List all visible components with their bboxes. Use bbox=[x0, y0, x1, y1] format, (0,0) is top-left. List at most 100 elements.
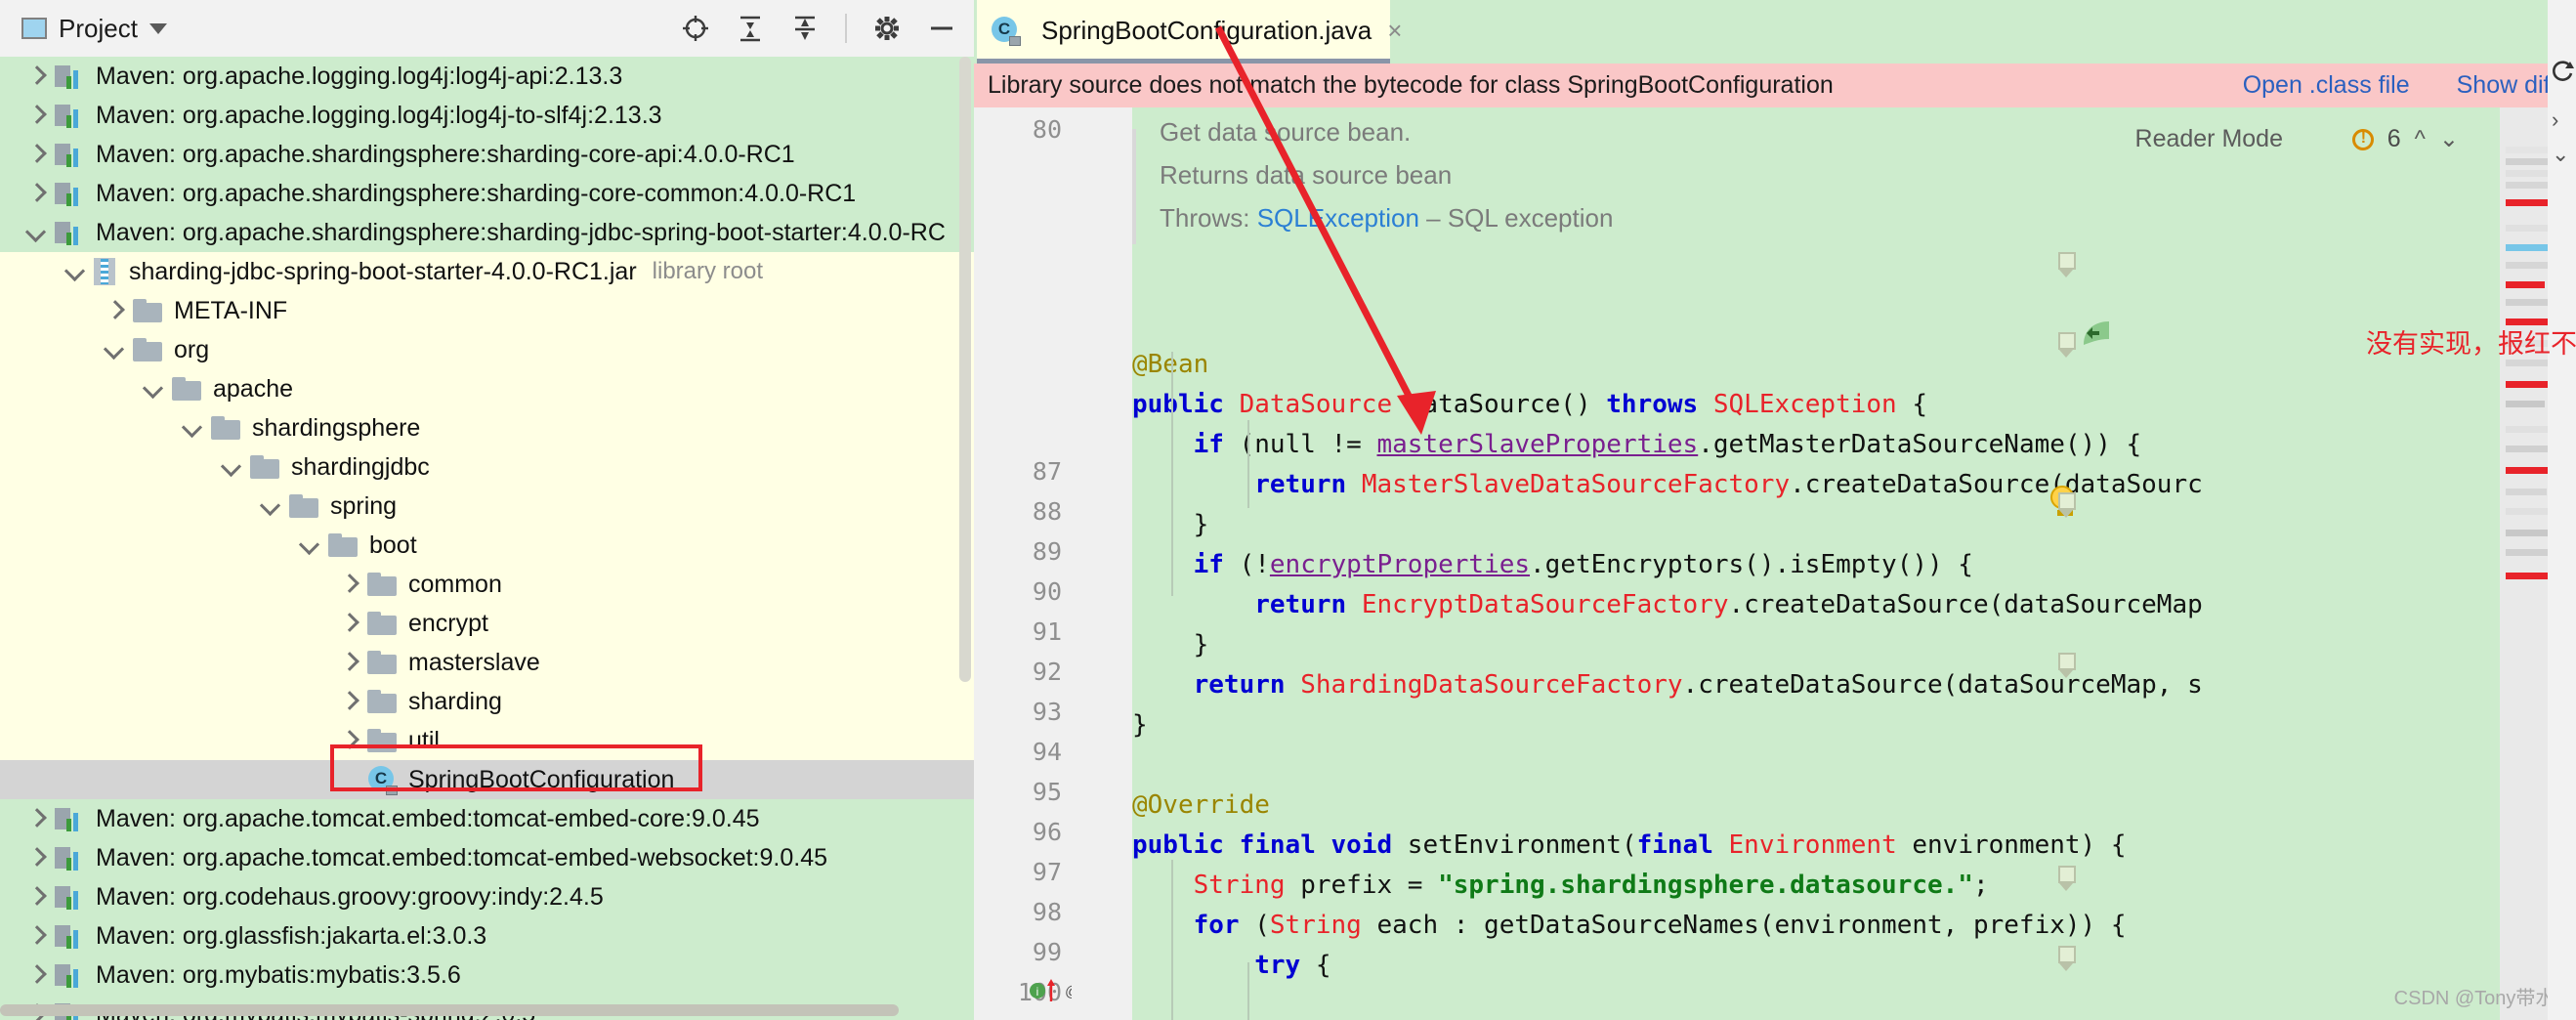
chevron-up-icon[interactable]: ^ bbox=[2415, 126, 2426, 153]
chevron-right-icon[interactable] bbox=[338, 574, 359, 595]
code-fold-marker[interactable] bbox=[2058, 946, 2076, 971]
tree-row[interactable]: Maven: org.apache.shardingsphere:shardin… bbox=[0, 135, 974, 174]
project-tree[interactable]: Maven: org.apache.logging.log4j:log4j-ap… bbox=[0, 57, 974, 1020]
tree-row[interactable]: masterslave bbox=[0, 643, 974, 682]
editor-gutter[interactable]: 8087888990919293949596979899100101102i@ bbox=[974, 107, 1080, 1020]
tree-row[interactable]: apache bbox=[0, 369, 974, 408]
tree-row[interactable]: Maven: org.apache.logging.log4j:log4j-ap… bbox=[0, 57, 974, 96]
javadoc-left-bar bbox=[1132, 129, 1136, 244]
editor-tab-bar: C SpringBootConfiguration.java × bbox=[974, 0, 2576, 64]
project-panel-toolbar bbox=[681, 0, 956, 57]
chevron-right-icon[interactable] bbox=[338, 691, 359, 712]
project-vertical-scrollbar[interactable] bbox=[959, 57, 971, 682]
code-line: return ShardingDataSourceFactory.createD… bbox=[1193, 670, 2203, 700]
chevron-down-icon[interactable] bbox=[182, 417, 203, 439]
project-panel-header: Project bbox=[0, 0, 974, 57]
show-diff-link[interactable]: Show diff bbox=[2457, 71, 2556, 100]
chevron-right-icon[interactable] bbox=[25, 886, 47, 908]
collapse-all-icon[interactable] bbox=[790, 14, 820, 43]
chevron-down-icon[interactable] bbox=[221, 456, 242, 478]
chevron-right-icon[interactable] bbox=[25, 925, 47, 947]
tree-row[interactable]: sharding bbox=[0, 682, 974, 721]
chevron-right-icon[interactable] bbox=[104, 300, 125, 321]
tree-row[interactable]: shardingjdbc bbox=[0, 447, 974, 487]
javadoc-throws-label: Throws: bbox=[1160, 203, 1250, 233]
tree-row[interactable]: encrypt bbox=[0, 604, 974, 643]
chevron-down-icon[interactable] bbox=[260, 495, 281, 517]
tree-row[interactable]: Maven: org.apache.logging.log4j:log4j-to… bbox=[0, 96, 974, 135]
editor-fold-gutter[interactable] bbox=[1072, 107, 1132, 1020]
close-icon[interactable]: × bbox=[1387, 16, 1402, 46]
tree-row[interactable]: sharding-jdbc-spring-boot-starter-4.0.0-… bbox=[0, 252, 974, 291]
tree-row[interactable]: Maven: org.apache.shardingsphere:shardin… bbox=[0, 213, 974, 252]
inspection-widget[interactable]: 6 ^ ⌄ bbox=[2351, 125, 2459, 153]
code-fold-marker[interactable] bbox=[2058, 492, 2076, 518]
reader-mode-label[interactable]: Reader Mode bbox=[2135, 125, 2283, 153]
tree-row[interactable]: boot bbox=[0, 526, 974, 565]
chevron-down-icon[interactable] bbox=[64, 261, 86, 282]
tree-row[interactable]: common bbox=[0, 565, 974, 604]
chevron-right-icon[interactable] bbox=[25, 105, 47, 126]
tree-row[interactable]: util bbox=[0, 721, 974, 760]
tree-row-label: shardingjdbc bbox=[291, 452, 430, 481]
chevron-right-icon[interactable] bbox=[338, 613, 359, 634]
chevron-down-icon[interactable]: ⌄ bbox=[2552, 142, 2569, 167]
code-content[interactable]: Get data source bean. Returns data sourc… bbox=[1132, 107, 2500, 1020]
code-fold-marker[interactable] bbox=[2058, 653, 2076, 678]
chevron-down-icon[interactable] bbox=[299, 534, 320, 556]
chevron-right-icon[interactable] bbox=[25, 144, 47, 165]
chevron-right-icon[interactable] bbox=[25, 808, 47, 829]
editor-tab-springbootconfiguration[interactable]: C SpringBootConfiguration.java × bbox=[977, 0, 1402, 61]
folder-icon bbox=[133, 299, 162, 322]
tree-row-label: shardingsphere bbox=[252, 413, 421, 442]
tree-row-label: util bbox=[408, 726, 440, 754]
tree-row[interactable]: Maven: org.glassfish:jakarta.el:3.0.3 bbox=[0, 916, 974, 956]
code-fold-marker[interactable] bbox=[2058, 332, 2076, 358]
maven-icon bbox=[55, 806, 84, 831]
tree-row[interactable]: shardingsphere bbox=[0, 408, 974, 447]
code-line: for (String each : getDataSourceNames(en… bbox=[1193, 911, 2127, 940]
chevron-right-icon[interactable] bbox=[338, 730, 359, 751]
tree-row[interactable]: Maven: org.codehaus.groovy:groovy:indy:2… bbox=[0, 877, 974, 916]
locate-icon[interactable] bbox=[681, 14, 710, 43]
expand-all-icon[interactable] bbox=[736, 14, 765, 43]
open-class-file-link[interactable]: Open .class file bbox=[2243, 71, 2410, 100]
code-line: try { bbox=[1254, 951, 1331, 980]
chevron-down-icon[interactable] bbox=[25, 222, 47, 243]
line-number: 91 bbox=[1032, 617, 1062, 646]
chevron-right-icon[interactable] bbox=[25, 65, 47, 87]
chevron-right-icon[interactable] bbox=[25, 847, 47, 869]
tree-row[interactable]: C SpringBootConfiguration bbox=[0, 760, 974, 799]
tree-row[interactable]: Maven: org.apache.shardingsphere:shardin… bbox=[0, 174, 974, 213]
tree-row[interactable]: Maven: org.apache.tomcat.embed:tomcat-em… bbox=[0, 838, 974, 877]
tree-row[interactable]: Maven: org.mybatis:mybatis:3.5.6 bbox=[0, 956, 974, 995]
chevron-down-icon[interactable] bbox=[104, 339, 125, 361]
line-number: 96 bbox=[1032, 818, 1062, 846]
chevron-right-icon[interactable]: › bbox=[2552, 107, 2558, 133]
tree-row[interactable]: org bbox=[0, 330, 974, 369]
chevron-down-icon[interactable] bbox=[143, 378, 164, 400]
project-horizontal-scrollbar[interactable] bbox=[0, 1004, 899, 1016]
chevron-right-icon[interactable] bbox=[25, 964, 47, 986]
override-method-icon[interactable] bbox=[2080, 318, 2113, 351]
refresh-icon[interactable] bbox=[2550, 59, 2575, 89]
settings-gear-icon[interactable] bbox=[872, 14, 902, 43]
javadoc-throws-type[interactable]: SQLException bbox=[1257, 203, 1419, 233]
chevron-right-icon[interactable] bbox=[338, 652, 359, 673]
chevron-down-icon[interactable] bbox=[148, 22, 167, 34]
line-number: 99 bbox=[1032, 938, 1062, 966]
implemented-method-icon[interactable]: i@ bbox=[1029, 978, 1080, 1009]
tree-row[interactable]: Maven: org.apache.tomcat.embed:tomcat-em… bbox=[0, 799, 974, 838]
tree-row[interactable]: spring bbox=[0, 487, 974, 526]
chevron-right-icon[interactable] bbox=[25, 183, 47, 204]
chevron-down-icon[interactable]: ⌄ bbox=[2439, 125, 2459, 153]
hide-icon[interactable] bbox=[927, 14, 956, 43]
tree-row[interactable]: META-INF bbox=[0, 291, 974, 330]
code-fold-marker[interactable] bbox=[2058, 252, 2076, 277]
folder-icon bbox=[289, 494, 318, 518]
tree-row-label: masterslave bbox=[408, 648, 540, 676]
project-title-group[interactable]: Project bbox=[0, 14, 167, 44]
code-line: if (null != masterSlaveProperties.getMas… bbox=[1193, 430, 2142, 459]
tree-row-label: common bbox=[408, 570, 502, 598]
code-fold-marker[interactable] bbox=[2058, 866, 2076, 891]
